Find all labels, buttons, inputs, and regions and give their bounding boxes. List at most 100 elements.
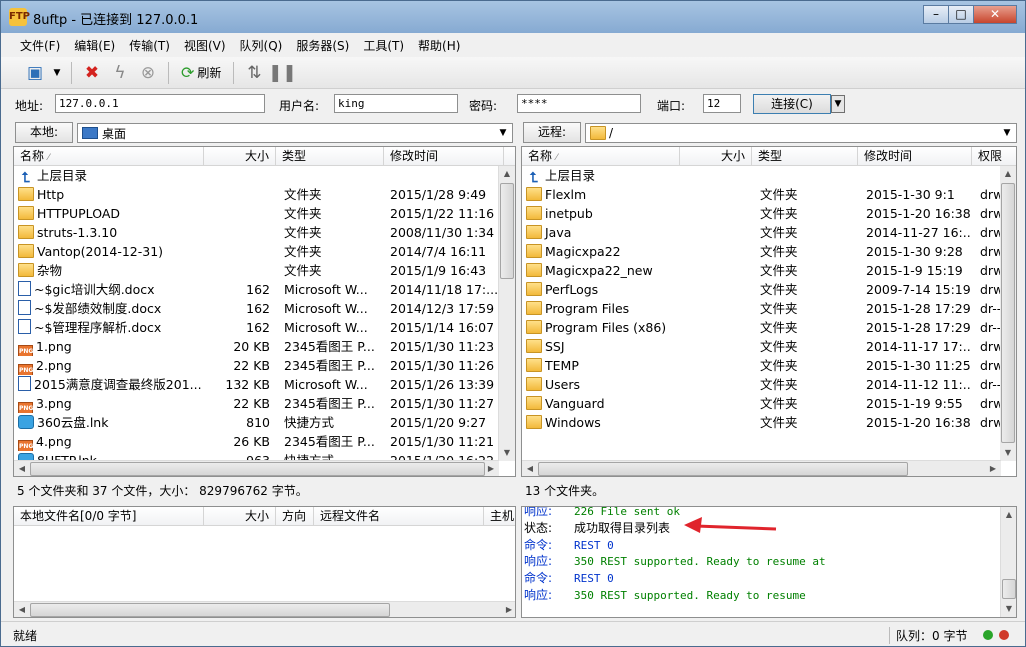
local-vertical-scrollbar[interactable]: ▲ ▼ <box>498 166 515 461</box>
file-row[interactable]: Users 文件夹 2014-11-12 11:... dr--r- <box>522 375 1010 394</box>
file-row[interactable]: 杂物 文件夹 2015/1/9 16:43 <box>14 261 498 280</box>
column-header-modified[interactable]: 修改时间 <box>858 147 972 166</box>
scroll-up-icon[interactable]: ▲ <box>499 166 515 182</box>
scroll-thumb[interactable] <box>1001 183 1015 443</box>
scroll-thumb[interactable] <box>30 462 485 476</box>
local-horizontal-scrollbar[interactable]: ◀ ▶ <box>14 460 499 476</box>
scroll-down-icon[interactable]: ▼ <box>1000 445 1016 461</box>
scroll-down-icon[interactable]: ▼ <box>499 445 515 461</box>
queue-horizontal-scrollbar[interactable]: ◀ ▶ <box>14 601 515 617</box>
scroll-right-icon[interactable]: ▶ <box>985 461 1001 476</box>
file-row[interactable]: struts-1.3.10 文件夹 2008/11/30 1:34 <box>14 223 498 242</box>
scroll-up-icon[interactable]: ▲ <box>1001 507 1016 523</box>
stop-button[interactable]: ⊗ <box>134 60 162 86</box>
menu-transfer[interactable]: 传输(T) <box>122 35 177 55</box>
column-header-size[interactable]: 大小 <box>680 147 752 166</box>
disconnect-button[interactable]: ✖ <box>78 60 106 86</box>
scroll-right-icon[interactable]: ▶ <box>501 602 515 617</box>
close-button[interactable]: ✕ <box>973 5 1017 24</box>
scroll-thumb[interactable] <box>500 183 514 279</box>
log-vertical-scrollbar[interactable]: ▲ ▼ <box>1000 507 1016 617</box>
menu-tools[interactable]: 工具(T) <box>356 35 411 55</box>
column-header-type[interactable]: 类型 <box>752 147 858 166</box>
menu-edit[interactable]: 编辑(E) <box>67 35 122 55</box>
file-row[interactable]: PNG 2.png 22 KB 2345看图王 P... 2015/1/30 11:26 <box>14 356 498 375</box>
scroll-left-icon[interactable]: ◀ <box>522 461 538 476</box>
parent-directory-row[interactable]: ⮤ 上层目录 <box>522 166 1000 185</box>
menu-view[interactable]: 视图(V) <box>177 35 233 55</box>
column-header-size[interactable]: 大小 <box>204 147 276 166</box>
file-row[interactable]: PNG 3.png 22 KB 2345看图王 P... 2015/1/30 11:27 <box>14 394 498 413</box>
file-row[interactable]: ~$管理程序解析.docx 162 Microsoft W... 2015/1/14 … <box>14 318 498 337</box>
scroll-thumb[interactable] <box>1002 579 1016 599</box>
column-header-name[interactable]: 名称 ⁄ <box>14 147 204 166</box>
file-row[interactable]: Program Files 文件夹 2015-1-28 17:29 dr--r- <box>522 299 1010 318</box>
file-name: Vantop(2014-12-31) <box>18 242 204 261</box>
column-header-remote-file[interactable]: 远程文件名 <box>314 507 484 526</box>
file-row[interactable]: Java文件夹2014-11-27 16:...drw-rw <box>522 223 1016 242</box>
menu-help[interactable]: 帮助(H) <box>411 35 467 55</box>
column-header-local-file[interactable]: 本地文件名[0/0 字节] <box>14 507 204 526</box>
file-row[interactable]: Vanguard文件夹2015-1-19 9:55drw-rw <box>522 394 1016 413</box>
column-header-type[interactable]: 类型 <box>276 147 384 166</box>
file-row[interactable]: PerfLogs文件夹2009-7-14 15:19drw-rw <box>522 280 1016 299</box>
file-row[interactable]: PNG 1.png 20 KB 2345看图王 P... 2015/1/30 11:23 <box>14 337 498 356</box>
password-input[interactable] <box>517 94 641 113</box>
port-input[interactable] <box>703 94 741 113</box>
local-path-combo[interactable]: 桌面 ▼ <box>77 123 513 143</box>
scroll-thumb[interactable] <box>30 603 390 617</box>
file-row[interactable]: ~$发部绩效制度.docx 162 Microsoft W... 2014/12/3 … <box>14 299 498 318</box>
file-row[interactable]: TEMP文件夹2015-1-30 11:25drw-rw <box>522 356 1016 375</box>
menu-server[interactable]: 服务器(S) <box>289 35 356 55</box>
pause-button[interactable]: ❚❚ <box>268 60 297 86</box>
scroll-right-icon[interactable]: ▶ <box>483 461 499 476</box>
maximize-button[interactable]: □ <box>948 5 974 24</box>
file-size: 162 <box>246 282 270 297</box>
scroll-up-icon[interactable]: ▲ <box>1000 166 1016 182</box>
quick-connect-button[interactable]: ϟ <box>106 60 134 86</box>
scroll-down-icon[interactable]: ▼ <box>1001 601 1016 617</box>
file-row[interactable]: inetpub文件夹2015-1-20 16:38drw-rw <box>522 204 1016 223</box>
column-header-size[interactable]: 大小 <box>204 507 276 526</box>
remote-vertical-scrollbar[interactable]: ▲ ▼ <box>1000 166 1016 461</box>
menu-queue[interactable]: 队列(Q) <box>233 35 290 55</box>
file-row[interactable]: 360云盘.lnk 810 快捷方式 2015/1/20 9:27 <box>14 413 498 432</box>
file-name-text: HTTPUPLOAD <box>37 206 120 221</box>
file-row[interactable]: ~$gic培训大纲.docx 162 Microsoft W... 2014/11/1… <box>14 280 498 299</box>
remote-list-header: 名称 ⁄ 大小 类型 修改时间 权限 <box>522 147 1016 166</box>
column-header-direction[interactable]: 方向 <box>276 507 314 526</box>
file-row[interactable]: Windows文件夹2015-1-20 16:38drw-rw <box>522 413 1016 432</box>
process-queue-button[interactable]: ⇅ <box>240 60 268 86</box>
file-row[interactable]: HTTPUPLOAD 文件夹 2015/1/22 11:16 <box>14 204 498 223</box>
address-input[interactable] <box>55 94 265 113</box>
column-header-permissions[interactable]: 权限 <box>972 147 1016 166</box>
parent-directory-row[interactable]: ⮤ 上层目录 <box>14 166 498 185</box>
column-header-modified[interactable]: 修改时间 <box>384 147 504 166</box>
file-row[interactable]: Program Files (x86) 文件夹 2015-1-28 17:29 dr-… <box>522 318 1010 337</box>
file-row[interactable]: Flexlm文件夹2015-1-30 9:1drw-rw <box>522 185 1016 204</box>
file-row[interactable]: 2015满意度调查最终版201... 132 KB Microsoft W... 20… <box>14 375 498 394</box>
scroll-left-icon[interactable]: ◀ <box>14 461 30 476</box>
connect-dropdown[interactable]: ▼ <box>831 95 845 113</box>
site-manager-dropdown[interactable]: ▼ <box>49 60 65 86</box>
file-row[interactable]: Magicxpa22文件夹2015-1-30 9:28drw-rw <box>522 242 1016 261</box>
minimize-button[interactable]: – <box>923 5 949 24</box>
scroll-left-icon[interactable]: ◀ <box>14 602 30 617</box>
refresh-button[interactable]: ⟳ 刷新 <box>175 60 227 86</box>
file-row[interactable]: PNG 4.png 26 KB 2345看图王 P... 2015/1/30 11:21 <box>14 432 498 451</box>
remote-horizontal-scrollbar[interactable]: ◀ ▶ <box>522 460 1001 476</box>
scroll-thumb[interactable] <box>538 462 908 476</box>
file-row[interactable]: Vantop(2014-12-31) 文件夹 2014/7/4 16:11 <box>14 242 498 261</box>
file-row[interactable]: Magicxpa22_new文件夹2015-1-9 15:19drw-rw <box>522 261 1016 280</box>
username-input[interactable] <box>334 94 458 113</box>
column-header-host[interactable]: 主机 <box>484 507 515 526</box>
connect-button[interactable]: 连接(C) <box>753 94 831 114</box>
remote-path-combo[interactable]: / ▼ <box>585 123 1017 143</box>
menu-file[interactable]: 文件(F) <box>13 35 67 55</box>
log-message: REST 0 <box>574 538 614 552</box>
site-manager-button[interactable]: ▣ <box>21 60 49 86</box>
column-header-name[interactable]: 名称 ⁄ <box>522 147 680 166</box>
png-image-icon: PNG <box>18 364 33 375</box>
file-row[interactable]: Http 文件夹 2015/1/28 9:49 <box>14 185 498 204</box>
file-row[interactable]: SSJ文件夹2014-11-17 17:...drw-rw <box>522 337 1016 356</box>
